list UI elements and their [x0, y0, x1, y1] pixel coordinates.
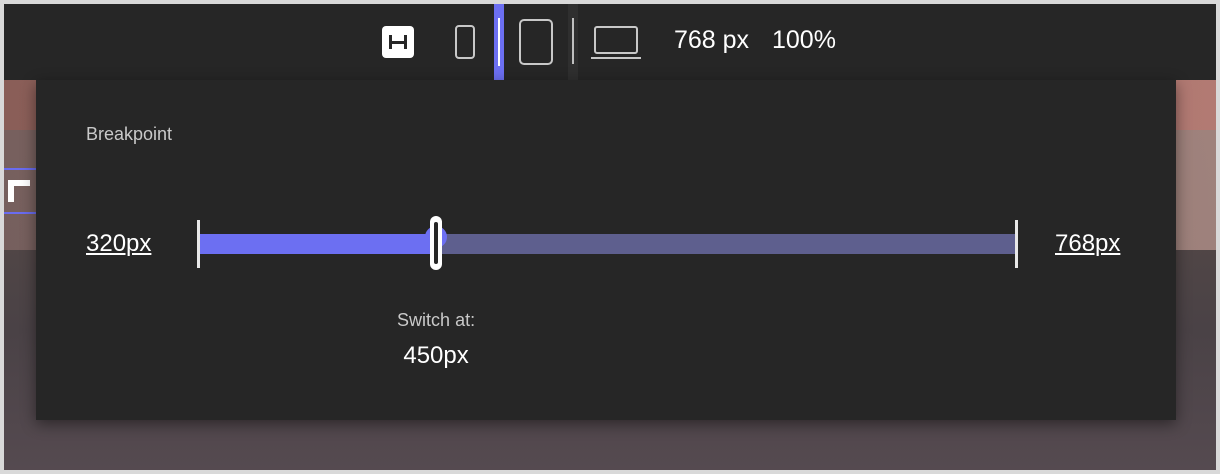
editor-frame: 768 px 100% Breakpoint 320px 768px Switc… [4, 4, 1216, 470]
slider-max-tick [1015, 220, 1018, 268]
breakpoint-handle-line [498, 18, 500, 66]
device-toolbar: 768 px 100% [4, 4, 1216, 80]
fit-width-icon [382, 26, 414, 58]
breakpoint-slider-track[interactable] [199, 234, 1016, 254]
range-min-link[interactable]: 320px [86, 230, 151, 258]
canvas-logo-fragment [4, 168, 38, 214]
range-max-link[interactable]: 768px [1055, 230, 1120, 258]
panel-title: Breakpoint [86, 124, 173, 144]
viewport-width: 768 px [674, 26, 750, 54]
tablet-icon [519, 19, 553, 65]
slider-min-tick [197, 220, 200, 268]
switch-at-label: Switch at: [397, 310, 476, 330]
mobile-view-button[interactable] [450, 4, 480, 80]
breakpoint-slider-fill [199, 234, 437, 254]
switch-at-value: 450px [403, 342, 469, 369]
phone-icon [455, 25, 475, 59]
fit-width-button[interactable] [378, 4, 418, 80]
tablet-view-button[interactable] [514, 4, 558, 80]
zoom-level[interactable]: 100% [772, 26, 836, 55]
breakpoint-slider-thumb[interactable] [430, 216, 443, 270]
laptop-icon [594, 25, 638, 54]
device-divider-line [572, 18, 574, 64]
desktop-view-button[interactable] [590, 4, 642, 80]
breakpoint-panel: Breakpoint 320px 768px Switch at: 450px [36, 80, 1176, 420]
laptop-base [591, 56, 641, 59]
